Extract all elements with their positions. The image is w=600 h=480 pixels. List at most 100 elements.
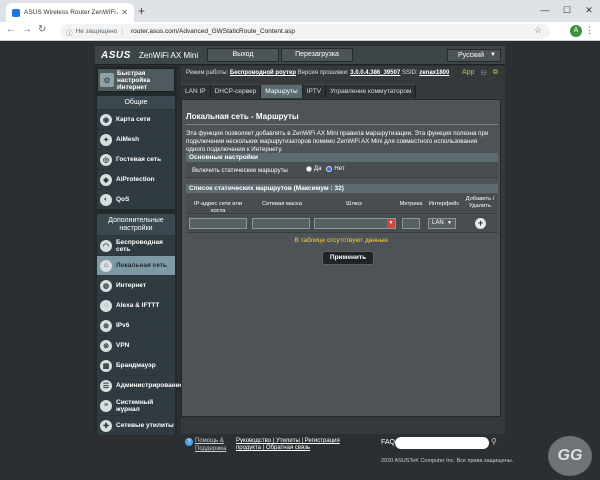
url-separator: |	[121, 28, 123, 35]
language-select[interactable]: Русский ▼	[447, 49, 501, 62]
sidebar-item-label: Брандмауэр	[116, 362, 156, 369]
ssid-value[interactable]: zenax1800	[419, 70, 449, 76]
reboot-button[interactable]: Перезагрузка	[281, 48, 353, 62]
sidebar-item-label: Администрирование	[116, 382, 184, 389]
bookmark-star-icon[interactable]: ☆	[534, 25, 542, 36]
model-name: ZenWiFi AX Mini	[139, 51, 199, 60]
sidebar-item-aiprotection[interactable]: ◆ AiProtection	[97, 169, 175, 189]
tab-lan-ip[interactable]: LAN IP	[181, 84, 211, 98]
chevron-down-icon: ▼	[490, 52, 496, 58]
footer-links-line1[interactable]: Руководство | Утилиты | Регистрация	[236, 438, 340, 444]
sidebar-item-label: IPv6	[116, 322, 130, 329]
asus-logo: ASUS	[101, 50, 131, 61]
close-tab-icon[interactable]: ✕	[121, 8, 128, 17]
mode-value[interactable]: Беспроводной роутер	[230, 70, 296, 76]
sidebar-item-label: Локальная сеть	[116, 262, 167, 269]
firmware-value[interactable]: 3.0.0.4.386_39507	[350, 70, 400, 76]
help-support[interactable]: ? Помощь & Поддержка	[185, 438, 226, 453]
tab-dhcp-server[interactable]: DHCP-сервер	[210, 84, 262, 98]
profile-avatar[interactable]: A	[570, 25, 582, 37]
sidebar-item-ipv6[interactable]: ⊕ IPv6	[97, 315, 175, 335]
sidebar-item-vpn[interactable]: ⊗ VPN	[97, 335, 175, 355]
radio-no[interactable]	[326, 166, 333, 173]
radio-yes[interactable]	[306, 166, 312, 173]
firmware-label: Версия прошивки:	[297, 70, 349, 76]
metric-input[interactable]	[402, 218, 420, 229]
interface-select[interactable]: LAN ▼	[428, 218, 456, 229]
reload-icon[interactable]: ↻	[38, 24, 46, 35]
sidebar-item-network-tools[interactable]: ✚ Сетевые утилиты	[97, 415, 175, 435]
tab-iptv[interactable]: IPTV	[302, 84, 327, 98]
footer-links-line2[interactable]: продукта | Обратная связь	[236, 445, 310, 451]
sidebar-item-internet[interactable]: ◍ Интернет	[97, 275, 175, 295]
browser-tab[interactable]: ASUS Wireless Router ZenWiFi A ✕	[6, 3, 134, 22]
help-icon: ?	[185, 438, 193, 446]
sidebar-item-label: Сетевые утилиты	[116, 422, 174, 429]
page-description: Эта функция позволяет добавлять в ZenWiF…	[186, 130, 489, 153]
col-ip: IP-адрес сети или хоста	[193, 201, 243, 214]
sidebar-item-administration[interactable]: ☰ Администрирование	[97, 375, 183, 395]
sidebar-item-guest-network[interactable]: ◎ Гостевая сеть	[97, 149, 175, 169]
sidebar-item-wireless[interactable]: ◠ Беспроводная сеть	[97, 235, 175, 255]
netmask-input[interactable]	[252, 218, 310, 229]
alexa-icon: ◌	[100, 299, 112, 312]
sidebar-item-alexa[interactable]: ◌ Alexa & IFTTT	[97, 295, 175, 315]
link-status-icon[interactable]: ⧉	[493, 69, 498, 77]
faq-search-input[interactable]	[395, 437, 489, 449]
sidebar: ⚙ Быстрая настройка Интернет Общие ◉ Карт…	[95, 66, 183, 435]
general-group: Общие ◉ Карта сети ✦ AiMesh ◎ Гостевая сеть…	[97, 96, 175, 209]
vpn-icon: ⊗	[100, 339, 112, 352]
support-label: Поддержка	[195, 446, 227, 452]
enable-routes-row: Включить статические маршруты Да Нет	[186, 162, 498, 178]
minimize-icon[interactable]: —	[534, 0, 556, 22]
quick-setup-icon: ⚙	[100, 73, 114, 87]
sidebar-item-label: Alexa & IFTTT	[116, 302, 160, 309]
tab-routes[interactable]: Маршруты	[261, 84, 303, 98]
sidebar-item-label: Карта сети	[116, 116, 151, 123]
gateway-combo[interactable]: ▼	[314, 218, 396, 229]
new-tab-icon[interactable]: +	[138, 4, 145, 18]
status-bar: Режим работы: Беспроводной роутер Версия…	[186, 70, 449, 76]
sidebar-item-firewall[interactable]: ▦ Брандмауэр	[97, 355, 175, 375]
title-divider	[186, 124, 498, 125]
guest-network-icon: ◎	[100, 153, 112, 166]
footer-links[interactable]: Руководство | Утилиты | Регистрация проду…	[236, 438, 340, 452]
quick-setup-button[interactable]: ⚙ Быстрая настройка Интернет	[97, 68, 175, 92]
aimesh-icon: ✦	[100, 133, 112, 146]
col-netmask: Сетевая маска	[261, 201, 302, 207]
url-text: router.asus.com/Advanced_GWStaticRoute_C…	[131, 28, 296, 35]
help-label: Помощь &	[195, 438, 224, 444]
users-icon[interactable]: ⚇	[480, 69, 486, 77]
sidebar-item-qos[interactable]: ◐ QoS	[97, 189, 175, 209]
back-icon[interactable]: ←	[6, 24, 16, 35]
tools-icon: ✚	[100, 419, 112, 432]
sidebar-item-aimesh[interactable]: ✦ AiMesh	[97, 129, 175, 149]
tab-switch-control[interactable]: Управление коммутатором	[326, 84, 417, 98]
qos-icon: ◐	[100, 193, 112, 206]
sidebar-item-network-map[interactable]: ◉ Карта сети	[97, 109, 175, 129]
app-label[interactable]: App	[462, 69, 474, 77]
enable-routes-label: Включить статические маршруты	[192, 167, 288, 174]
watermark-logo: GG	[548, 436, 592, 476]
forward-icon[interactable]: →	[22, 24, 32, 35]
add-route-button[interactable]: +	[475, 218, 486, 229]
search-icon[interactable]: ⚲	[491, 437, 497, 446]
wireless-icon: ◠	[100, 239, 112, 252]
sidebar-item-syslog[interactable]: ≡ Системный журнал	[97, 395, 175, 415]
maximize-icon[interactable]: ☐	[556, 0, 578, 22]
logout-button[interactable]: Выход	[207, 48, 279, 62]
close-window-icon[interactable]: ✕	[578, 0, 600, 22]
basic-settings-header: Основные настройки	[186, 153, 498, 162]
col-metric: Метрика	[399, 201, 423, 207]
interface-value: LAN	[432, 220, 444, 226]
ip-input[interactable]	[189, 218, 247, 229]
apply-button[interactable]: Применить	[322, 251, 374, 265]
sidebar-item-label: Интернет	[116, 282, 147, 289]
browser-menu-icon[interactable]: ⋮	[585, 25, 594, 36]
sidebar-item-lan[interactable]: ⌂ Локальная сеть	[97, 255, 175, 275]
browser-tab-title: ASUS Wireless Router ZenWiFi A	[24, 9, 119, 16]
combo-arrow-icon[interactable]: ▼	[387, 219, 395, 228]
admin-icon: ☰	[100, 379, 112, 392]
empty-table-message: В таблице отсутствуют данные.	[294, 237, 390, 244]
url-field[interactable]: ⓘ Не защищено | router.asus.com/Advanced…	[60, 24, 550, 39]
